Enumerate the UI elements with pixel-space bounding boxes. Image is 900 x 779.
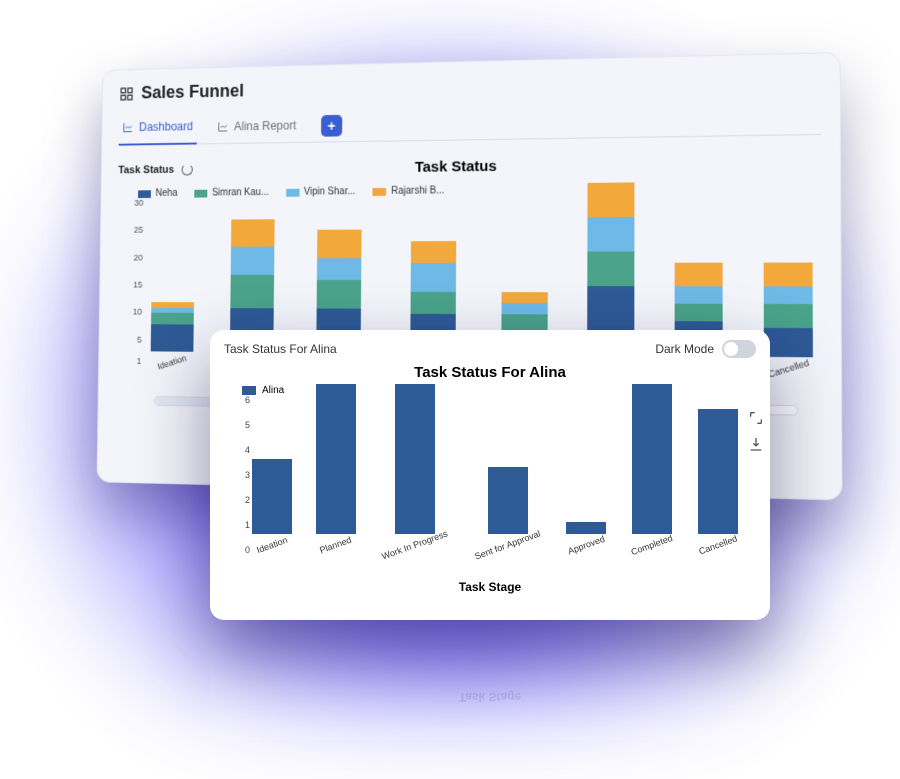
bar-segment [675, 304, 723, 322]
bar-column: Work In Progress [380, 384, 449, 550]
bar [566, 522, 606, 535]
y-axis: 0123456 [230, 400, 250, 550]
bar-segment [587, 217, 634, 252]
y-tick: 10 [133, 307, 142, 317]
y-tick: 15 [133, 280, 142, 290]
bar-segment [411, 263, 456, 291]
bar-segment [151, 313, 194, 324]
x-tick-label: Cancelled [697, 533, 738, 556]
bar-column: Planned [316, 384, 356, 550]
legend-label: Alina [262, 385, 284, 396]
y-tick: 5 [245, 420, 250, 430]
bar-segment [501, 292, 547, 304]
bar-column: Ideation [252, 459, 292, 550]
bar [632, 384, 672, 534]
legend-label: Simran Kau... [212, 187, 269, 198]
bar [698, 409, 738, 534]
bar-segment [150, 324, 193, 352]
bar [488, 467, 528, 535]
bar-segment [231, 219, 275, 247]
x-tick-label: Completed [630, 533, 674, 557]
y-tick: 25 [134, 225, 143, 235]
legend-swatch [242, 386, 256, 395]
chart-title: Task Status [102, 153, 840, 179]
x-tick-label: Ideation [156, 353, 187, 372]
chart-actions [748, 400, 764, 550]
y-tick: 5 [137, 335, 142, 345]
legend-label: Rajarshi B... [391, 185, 444, 196]
y-tick: 30 [134, 198, 143, 208]
alina-bar-chart: 0123456 IdeationPlannedWork In ProgressS… [252, 400, 738, 550]
bar-segment [230, 275, 274, 308]
tab-alina-report[interactable]: Alina Report [213, 110, 300, 143]
bar-segment [764, 286, 813, 304]
bar-segment [411, 241, 456, 264]
x-tick-label: Ideation [255, 535, 289, 555]
y-tick: 20 [133, 253, 142, 263]
y-tick: 4 [245, 445, 250, 455]
legend-item: Rajarshi B... [373, 185, 445, 197]
legend-item: Neha [138, 188, 178, 199]
stacked-bar [150, 302, 193, 352]
bar-segment [411, 292, 456, 315]
y-tick: 0 [245, 545, 250, 555]
tab-bar: Dashboard Alina Report + [119, 100, 821, 146]
bar-segment [317, 230, 361, 258]
legend-item: Vipin Shar... [286, 186, 356, 197]
add-tab-button[interactable]: + [321, 114, 342, 136]
bar-segment [501, 303, 547, 315]
chart-icon [122, 122, 133, 134]
bar-segment [317, 258, 361, 280]
chart-legend: Neha Simran Kau... Vipin Shar... Rajarshi B… [138, 181, 840, 199]
tab-dashboard[interactable]: Dashboard [119, 112, 197, 146]
bar-segment [764, 327, 813, 357]
bar-column: Ideation [145, 302, 199, 367]
legend-swatch [138, 190, 151, 198]
alina-task-status-card: Task Status For Alina Dark Mode Task Sta… [210, 330, 770, 620]
bar-segment [764, 304, 813, 328]
legend-swatch [194, 189, 207, 197]
y-tick: 2 [245, 495, 250, 505]
card-heading: Task Status For Alina [224, 342, 337, 356]
legend-label: Neha [155, 188, 177, 199]
bar-column: Cancelled [698, 409, 738, 550]
bar-segment [764, 263, 813, 287]
page-title: Sales Funnel [119, 68, 820, 104]
legend-item: Simran Kau... [194, 187, 269, 198]
legend-label: Vipin Shar... [304, 186, 356, 197]
bar-column: Approved [566, 522, 606, 551]
y-axis: 151015202530 [117, 203, 143, 367]
bar-segment [587, 182, 634, 217]
grid-icon [119, 86, 134, 102]
x-tick-label: Planned [319, 535, 353, 556]
download-icon[interactable] [748, 436, 764, 452]
bar-column: Completed [630, 384, 674, 550]
bar-segment [675, 263, 723, 286]
bar-segment [675, 286, 723, 304]
x-tick-label: Approved [567, 534, 607, 557]
legend-swatch [286, 188, 299, 196]
bar-segment [587, 252, 634, 287]
y-tick: 3 [245, 470, 250, 480]
bar-segment [317, 280, 362, 308]
bar [316, 384, 356, 534]
reflection-decoration: Task Stage [210, 620, 770, 740]
dark-mode-toggle[interactable] [722, 340, 756, 358]
bar-segment [231, 247, 275, 275]
legend-swatch [373, 187, 387, 195]
bar [252, 459, 292, 534]
chart-icon [217, 120, 228, 132]
chart-title: Task Status For Alina [224, 364, 756, 381]
bar [395, 384, 435, 534]
y-tick: 1 [137, 356, 142, 366]
bar-column: Sent for Approval [473, 467, 542, 551]
x-axis-label: Task Stage [224, 580, 756, 594]
dark-mode-label: Dark Mode [655, 342, 714, 356]
stacked-bar [764, 263, 813, 357]
expand-icon[interactable] [748, 410, 764, 426]
y-tick: 1 [245, 520, 250, 530]
y-tick: 6 [245, 395, 250, 405]
x-tick-label: Cancelled [767, 357, 811, 379]
